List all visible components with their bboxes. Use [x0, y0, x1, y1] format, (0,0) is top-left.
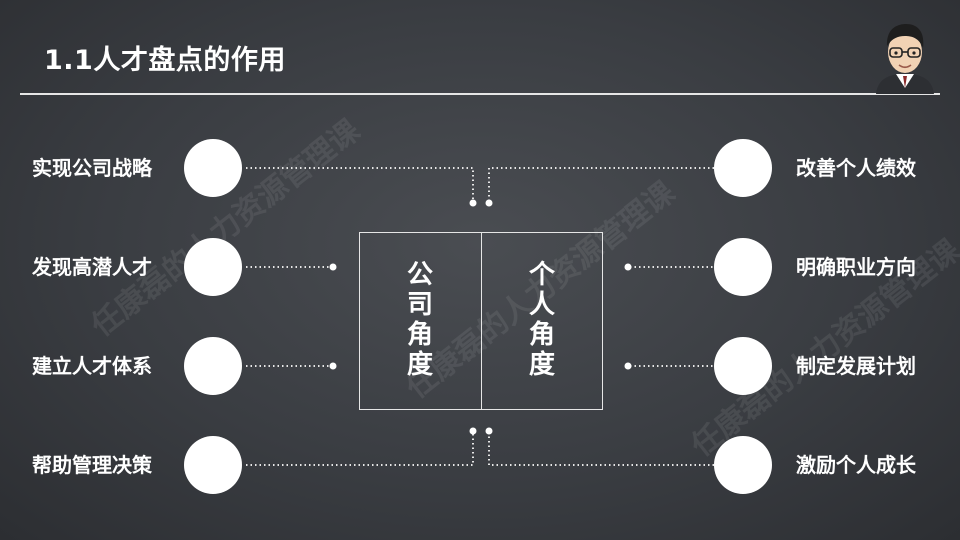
left-item-circle	[184, 436, 242, 494]
connector-dot	[329, 362, 337, 370]
connector-dot	[485, 427, 493, 435]
right-item-circle	[714, 238, 772, 296]
right-item-label: 制定发展计划	[796, 354, 916, 378]
connector-dot	[469, 199, 477, 207]
connector-decision	[246, 433, 474, 466]
left-item-label: 实现公司战略	[32, 156, 152, 180]
connector-strategy	[246, 167, 474, 201]
connector-dot	[485, 199, 493, 207]
connector-dot	[624, 362, 632, 370]
center-divider	[481, 232, 482, 410]
connector-dot	[469, 427, 477, 435]
connector-growth	[488, 433, 714, 466]
left-item-circle	[184, 238, 242, 296]
left-item-label: 发现高潜人才	[32, 255, 152, 279]
right-item-label: 激励个人成长	[796, 453, 916, 477]
connector-dot	[624, 263, 632, 271]
right-item-circle	[714, 337, 772, 395]
left-item-circle	[184, 139, 242, 197]
connector-performance	[488, 167, 714, 201]
left-item-label: 建立人才体系	[32, 354, 152, 378]
left-item-label: 帮助管理决策	[32, 453, 152, 477]
individual-perspective-text: 个人角度	[528, 260, 555, 380]
right-item-label: 明确职业方向	[796, 255, 916, 279]
right-item-circle	[714, 436, 772, 494]
connector-dot	[329, 263, 337, 271]
left-item-circle	[184, 337, 242, 395]
right-item-circle	[714, 139, 772, 197]
company-perspective-text: 公司角度	[406, 260, 433, 380]
right-item-label: 改善个人绩效	[796, 156, 916, 180]
